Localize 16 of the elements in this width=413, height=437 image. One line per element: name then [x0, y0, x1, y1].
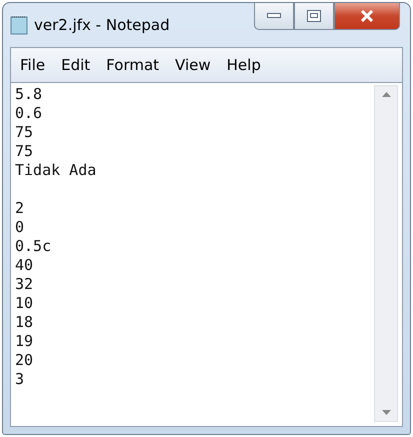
menu-item[interactable]: View	[168, 56, 218, 74]
scroll-down-icon[interactable]	[382, 410, 390, 415]
menu-item[interactable]: File	[13, 56, 52, 74]
scroll-up-icon[interactable]	[382, 92, 390, 97]
close-button[interactable]	[334, 3, 400, 30]
close-icon	[360, 10, 374, 22]
scrollbar[interactable]	[374, 85, 398, 422]
window-title: ver2.jfx - Notepad	[34, 16, 171, 34]
minimize-icon	[267, 13, 281, 19]
maximize-icon	[307, 10, 321, 22]
notepad-icon	[10, 15, 28, 35]
menu-item[interactable]: Edit	[54, 56, 98, 74]
menu-item[interactable]: Format	[99, 56, 166, 74]
maximize-button[interactable]	[294, 3, 334, 30]
minimize-button[interactable]	[254, 3, 294, 30]
menu-item[interactable]: Help	[220, 56, 268, 74]
